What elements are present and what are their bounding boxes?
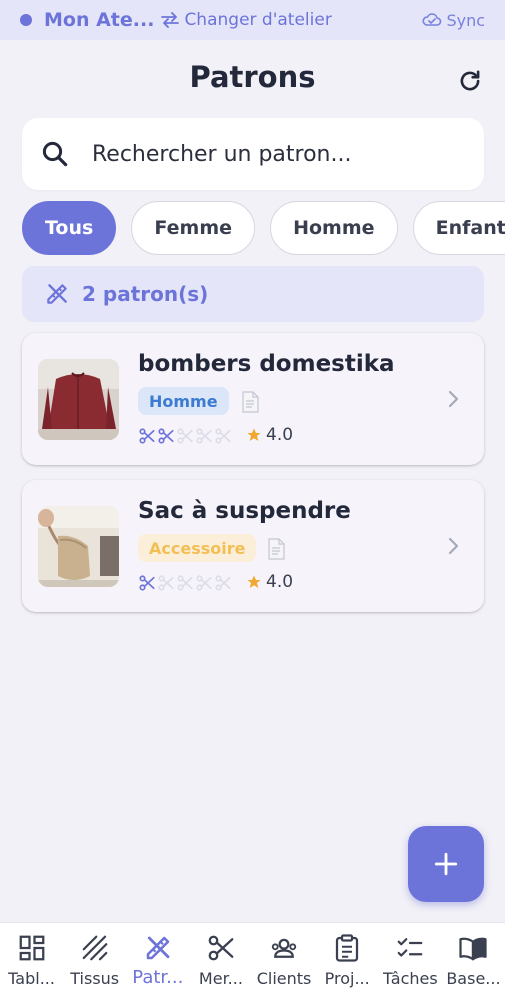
cloud-sync-icon [422, 13, 442, 26]
document-icon [268, 538, 285, 560]
chevron-right-icon [448, 390, 459, 408]
pattern-tools-icon [47, 284, 67, 304]
pattern-count-label: 2 patron(s) [82, 282, 209, 306]
pattern-thumbnail [38, 359, 119, 440]
scissors-empty-icon [196, 428, 212, 444]
pattern-count-banner: 2 patron(s) [22, 266, 484, 322]
nav-label: Patr... [132, 967, 184, 988]
nav-label: Tâches [382, 969, 438, 988]
add-pattern-button[interactable] [408, 826, 484, 902]
category-filter-chips: Tous Femme Homme Enfant [22, 201, 505, 255]
nav-label: Proj... [324, 969, 370, 988]
refresh-button[interactable] [453, 64, 487, 98]
scissors-empty-icon [215, 428, 231, 444]
patterns-screen: Mon Ate... Changer d'atelier Sync Patron… [0, 0, 505, 1000]
filter-chip-enfant[interactable]: Enfant [412, 201, 505, 255]
switch-workspace-button[interactable]: Changer d'atelier [160, 10, 332, 30]
nav-item-projects[interactable]: Proj... [316, 923, 379, 1000]
nav-item-haberdashery[interactable]: Mer... [189, 923, 252, 1000]
nav-item-knowledge-base[interactable]: Base... [442, 923, 505, 1000]
chevron-right-icon [448, 537, 459, 555]
star-icon [247, 575, 261, 588]
switch-workspace-label: Changer d'atelier [184, 10, 332, 30]
workspace-name: Mon Ate... [44, 9, 155, 31]
nav-item-patterns[interactable]: Patr... [126, 923, 189, 1000]
bottom-navigation: Tabl... Tissus Patr... Mer... Clients Pr… [0, 922, 505, 1000]
filter-chip-homme[interactable]: Homme [270, 201, 398, 255]
star-icon [247, 428, 261, 441]
fabric-icon [82, 935, 108, 961]
filter-chip-tous[interactable]: Tous [22, 201, 117, 255]
star-rating: 4.0 [246, 425, 293, 445]
nav-label: Tabl... [8, 969, 55, 988]
refresh-icon [460, 70, 480, 91]
clipboard-icon [336, 934, 359, 962]
search-input[interactable] [92, 141, 432, 167]
nav-item-clients[interactable]: Clients [253, 923, 316, 1000]
page-title: Patrons [189, 60, 316, 94]
nav-label: Clients [256, 969, 312, 988]
sync-label: Sync [446, 10, 485, 30]
nav-item-tasks[interactable]: Tâches [379, 923, 442, 1000]
book-icon [459, 937, 488, 961]
nav-item-dashboard[interactable]: Tabl... [0, 923, 63, 1000]
search-bar[interactable] [22, 118, 484, 190]
pattern-icon [146, 936, 170, 960]
scissors-empty-icon [177, 575, 193, 591]
nav-label: Tissus [70, 969, 120, 988]
page-header: Patrons [0, 52, 505, 108]
filter-chip-femme[interactable]: Femme [131, 201, 255, 255]
difficulty-rating [138, 574, 233, 592]
star-rating: 4.0 [246, 572, 293, 592]
difficulty-rating [138, 427, 233, 445]
scissors-icon [139, 575, 155, 591]
scissors-empty-icon [158, 575, 174, 591]
scissors-empty-icon [177, 428, 193, 444]
nav-item-fabrics[interactable]: Tissus [63, 923, 126, 1000]
checklist-icon [397, 938, 423, 957]
nav-label: Base... [446, 969, 501, 988]
swap-arrows-icon [161, 12, 180, 28]
scissors-icon [208, 935, 234, 961]
pattern-name: bombers domestika [138, 351, 395, 377]
scissors-icon [158, 428, 174, 444]
status-dot-icon [20, 14, 32, 26]
sync-button[interactable]: Sync [422, 11, 485, 30]
plus-icon [434, 852, 458, 876]
pattern-card[interactable]: Sac à suspendre Accessoire 4.0 [22, 480, 484, 612]
nav-label: Mer... [198, 969, 243, 988]
people-icon [271, 938, 297, 958]
scissors-empty-icon [196, 575, 212, 591]
category-badge: Accessoire [138, 534, 257, 562]
rating-value: 4.0 [266, 572, 294, 592]
workspace-bar: Mon Ate... Changer d'atelier Sync [0, 0, 505, 40]
pattern-thumbnail [38, 506, 119, 587]
search-icon [42, 141, 68, 167]
scissors-empty-icon [215, 575, 231, 591]
rating-value: 4.0 [266, 425, 294, 445]
document-icon [242, 391, 259, 413]
pattern-name: Sac à suspendre [138, 498, 351, 524]
pattern-card[interactable]: bombers domestika Homme 4.0 [22, 333, 484, 465]
category-badge: Homme [138, 387, 229, 415]
scissors-icon [139, 428, 155, 444]
dashboard-icon [19, 935, 44, 961]
